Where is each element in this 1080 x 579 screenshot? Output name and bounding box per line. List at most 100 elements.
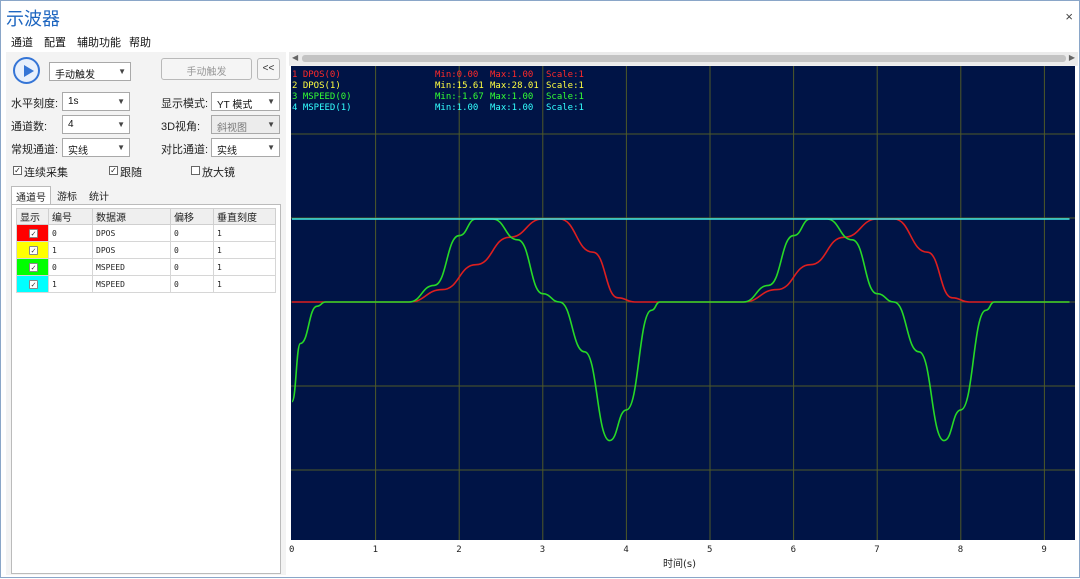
normal-channel-value: 实线 — [68, 146, 88, 157]
channel-color-swatch[interactable]: ✓ — [16, 258, 49, 276]
legend-scale: Scale:1 — [546, 92, 584, 102]
legend-name: 1 DPOS(0) — [292, 70, 341, 80]
channel-visible-checkbox[interactable]: ✓ — [29, 229, 38, 238]
table-row[interactable]: ✓ 0 DPOS 0 1 — [16, 224, 276, 242]
play-icon[interactable] — [13, 57, 40, 84]
x-tick-label: 0 — [289, 545, 294, 555]
chevron-down-icon: ▼ — [267, 97, 275, 106]
collapse-button[interactable]: << — [257, 58, 280, 80]
x-tick-label: 1 — [373, 545, 378, 555]
legend-name: 2 DPOS(1) — [292, 81, 341, 91]
channel-visible-checkbox[interactable]: ✓ — [29, 263, 38, 272]
horizontal-scale-select[interactable]: 1s ▼ — [62, 92, 130, 111]
col-offset: 偏移 — [170, 208, 214, 225]
channel-color-swatch[interactable]: ✓ — [16, 275, 49, 293]
legend-min: Min:-1.67 — [435, 92, 484, 102]
close-icon[interactable]: × — [1065, 9, 1073, 24]
follow-label: 跟随 — [120, 167, 142, 179]
channel-source-cell[interactable]: MSPEED — [92, 258, 171, 276]
channel-scale-cell[interactable]: 1 — [213, 241, 276, 259]
table-row[interactable]: ✓ 0 MSPEED 0 1 — [16, 258, 276, 276]
channel-id-cell[interactable]: 0 — [48, 224, 93, 242]
panel-tabs: 通道号 游标 统计 — [6, 184, 281, 204]
scrollbar-thumb[interactable] — [302, 55, 1066, 62]
magnifier-label: 放大镜 — [202, 167, 235, 179]
channel-table-panel: 显示 编号 数据源 偏移 垂直刻度 ✓ 0 DPOS 0 1 ✓ 1 DPOS 0 1 ✓ 0 MSPE… — [11, 204, 281, 574]
manual-trigger-button[interactable]: 手动触发 — [161, 58, 252, 80]
channel-offset-cell[interactable]: 0 — [170, 241, 214, 259]
x-tick-label: 7 — [874, 545, 879, 555]
legend-max: Max:1.00 — [490, 103, 533, 113]
compare-channel-select[interactable]: 实线 ▼ — [211, 138, 280, 157]
menu-config[interactable]: 配置 — [44, 34, 66, 50]
x-tick-label: 6 — [791, 545, 796, 555]
channel-visible-checkbox[interactable]: ✓ — [29, 280, 38, 289]
legend-name: 3 MSPEED(0) — [292, 92, 352, 102]
trigger-mode-select[interactable]: 手动触发 ▼ — [49, 62, 131, 81]
channel-count-select[interactable]: 4 ▼ — [62, 115, 130, 134]
chevron-down-icon: ▼ — [117, 97, 125, 106]
channel-color-swatch[interactable]: ✓ — [16, 224, 49, 242]
plot-area: 1 DPOS(0) Min:0.00 Max:1.00 Scale:1 2 DPOS(1… — [289, 66, 1078, 576]
x-tick-label: 8 — [958, 545, 963, 555]
display-mode-select[interactable]: YT 模式 ▼ — [211, 92, 280, 111]
chevron-down-icon: ▼ — [117, 120, 125, 129]
channel-scale-cell[interactable]: 1 — [213, 258, 276, 276]
menu-bar: 通道 配置 辅助功能 帮助 — [1, 31, 1079, 51]
tab-channel[interactable]: 通道号 — [11, 186, 51, 204]
channel-id-cell[interactable]: 1 — [48, 275, 93, 293]
x-tick-label: 3 — [540, 545, 545, 555]
horizontal-scale-value: 1s — [68, 96, 79, 107]
channel-source-cell[interactable]: MSPEED — [92, 275, 171, 293]
legend-scale: Scale:1 — [546, 81, 584, 91]
view3d-select[interactable]: 斜视图 ▼ — [211, 115, 280, 134]
view3d-label: 3D视角: — [161, 121, 201, 133]
channel-scale-cell[interactable]: 1 — [213, 224, 276, 242]
x-tick-label: 5 — [707, 545, 712, 555]
col-id: 编号 — [48, 208, 93, 225]
chevron-down-icon: ▼ — [117, 143, 125, 152]
legend-max: Max:28.01 — [490, 81, 539, 91]
scroll-left-icon[interactable]: ◀ — [292, 53, 298, 62]
channel-offset-cell[interactable]: 0 — [170, 275, 214, 293]
compare-channel-value: 实线 — [217, 146, 237, 157]
menu-channel[interactable]: 通道 — [11, 34, 33, 50]
menu-tools[interactable]: 辅助功能 — [77, 34, 121, 50]
channel-source-cell[interactable]: DPOS — [92, 224, 171, 242]
chevron-down-icon: ▼ — [118, 67, 126, 76]
legend-scale: Scale:1 — [546, 70, 584, 80]
tab-cursor[interactable]: 游标 — [53, 186, 81, 204]
channel-id-cell[interactable]: 1 — [48, 241, 93, 259]
table-row[interactable]: ✓ 1 MSPEED 0 1 — [16, 275, 276, 293]
channel-source-cell[interactable]: DPOS — [92, 241, 171, 259]
normal-channel-select[interactable]: 实线 ▼ — [62, 138, 130, 157]
channel-id-cell[interactable]: 0 — [48, 258, 93, 276]
table-row[interactable]: ✓ 1 DPOS 0 1 — [16, 241, 276, 259]
channel-count-label: 通道数: — [11, 121, 48, 133]
scope-panel: ◀ ▶ 1 DPOS(0) Min:0.00 Max:1.00 Scale:1 2 DP… — [289, 52, 1078, 576]
legend-max: Max:1.00 — [490, 70, 533, 80]
channel-color-swatch[interactable]: ✓ — [16, 241, 49, 259]
follow-checkbox[interactable]: ✓ — [109, 166, 118, 175]
scroll-right-icon[interactable]: ▶ — [1069, 53, 1075, 62]
legend-max: Max:1.00 — [490, 92, 533, 102]
channel-scale-cell[interactable]: 1 — [213, 275, 276, 293]
legend-min: Min:1.00 — [435, 103, 478, 113]
compare-channel-label: 对比通道: — [161, 144, 209, 156]
chevron-down-icon: ▼ — [267, 143, 275, 152]
channel-visible-checkbox[interactable]: ✓ — [29, 246, 38, 255]
horizontal-scrollbar[interactable]: ◀ ▶ — [289, 52, 1078, 65]
channel-offset-cell[interactable]: 0 — [170, 258, 214, 276]
tab-stats[interactable]: 统计 — [85, 186, 113, 204]
x-axis-label: 时间(s) — [663, 557, 696, 570]
trigger-mode-value: 手动触发 — [55, 70, 95, 81]
legend-min: Min:0.00 — [435, 70, 478, 80]
channel-offset-cell[interactable]: 0 — [170, 224, 214, 242]
display-mode-value: YT 模式 — [217, 100, 253, 111]
continuous-checkbox[interactable]: ✓ — [13, 166, 22, 175]
oscilloscope-window: 示波器 × 通道 配置 辅助功能 帮助 手动触发 ▼ 手动触发 << 水平刻度: … — [0, 0, 1080, 578]
menu-help[interactable]: 帮助 — [129, 34, 151, 50]
window-title: 示波器 — [6, 9, 60, 30]
scope-chart[interactable]: 1 DPOS(0) Min:0.00 Max:1.00 Scale:1 2 DPOS(1… — [289, 66, 1078, 576]
magnifier-checkbox[interactable] — [191, 166, 200, 175]
